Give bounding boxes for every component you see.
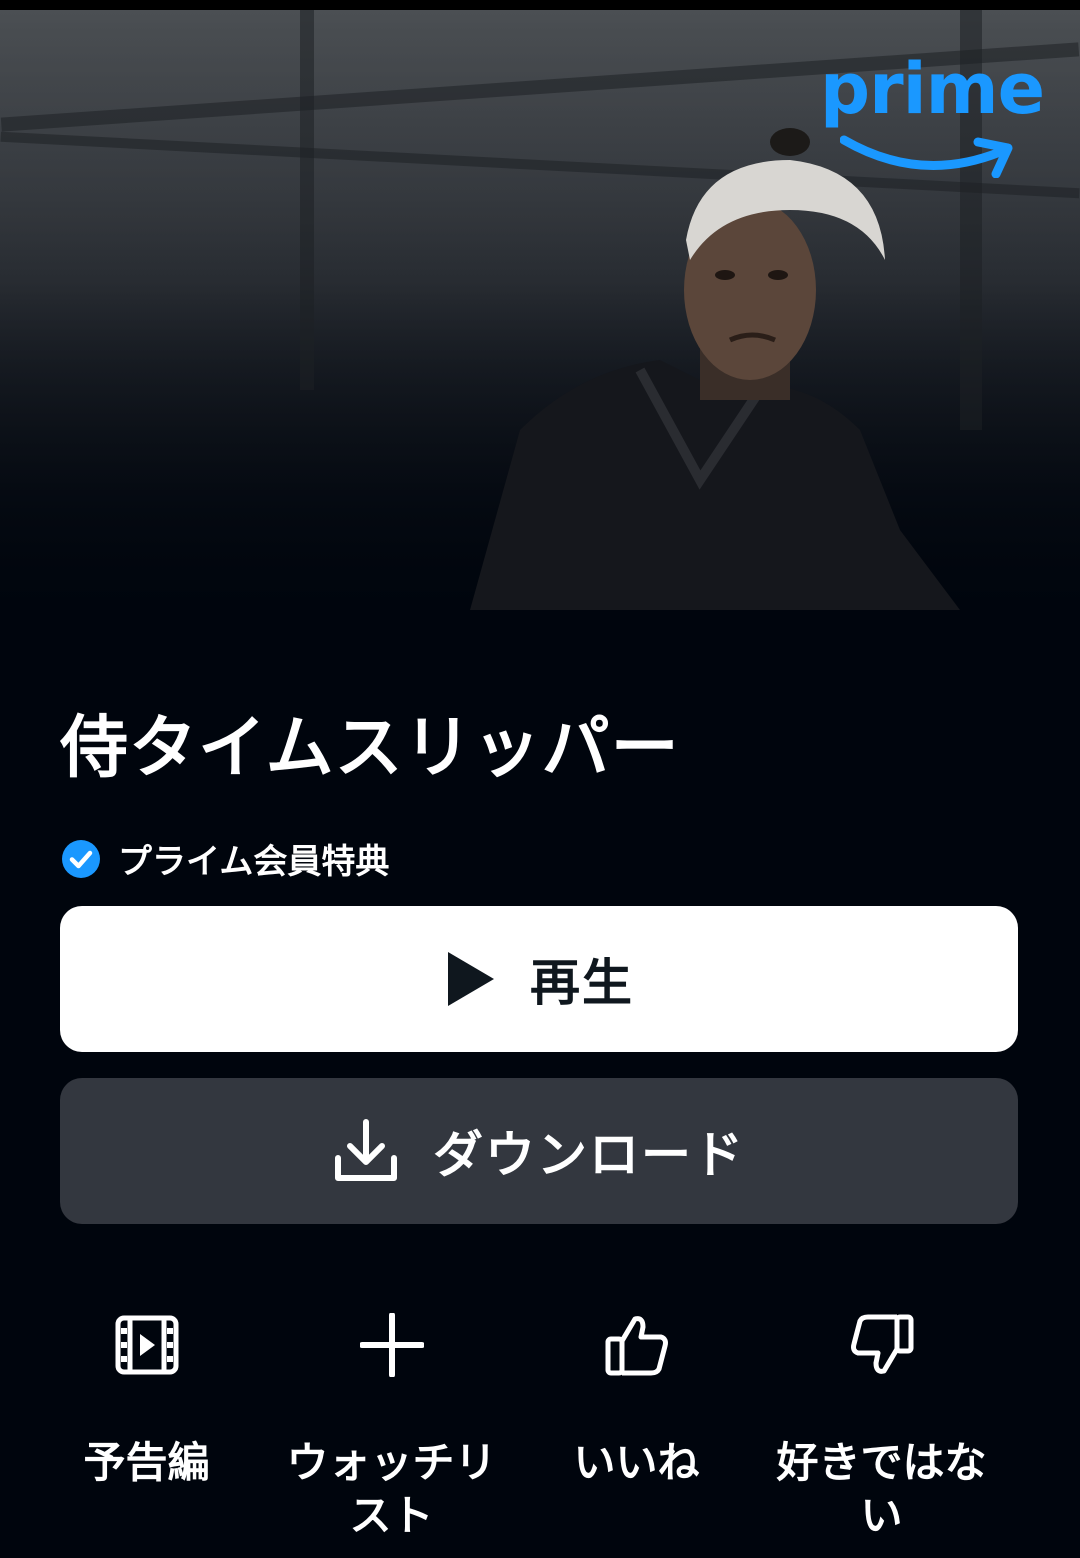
check-circle-icon [62,839,100,878]
watchlist-button[interactable]: ウォッチリスト [269,1305,514,1542]
hero-image: prime [0,10,1080,610]
prime-smile-icon [840,135,1013,178]
status-bar [0,0,1080,10]
thumbs-up-icon [605,1316,668,1376]
play-button[interactable]: 再生 [60,906,1018,1052]
watchlist-label: ウォッチリスト [286,1438,497,1540]
prime-benefit-label: プライム会員特典 [118,842,390,882]
play-button-label: 再生 [530,954,634,1012]
prime-benefit-badge: プライム会員特典 [62,834,389,883]
trailer-label: 予告編 [83,1438,210,1487]
prime-logo: prime [820,54,1045,184]
like-label: いいね [573,1438,700,1487]
detail-screen: prime 侍タイムスリッパー プライム会員特典 再生 ダウンロード 予告編 ウ… [0,0,1080,1558]
download-button[interactable]: ダウンロード [60,1078,1018,1224]
download-icon [335,1119,397,1181]
thumbs-down-icon [850,1314,913,1374]
action-bar: 予告編 ウォッチリスト いいね 好きではない [0,1305,1080,1555]
play-icon [448,952,494,1006]
dislike-label: 好きではない [776,1438,987,1540]
trailer-icon [115,1315,178,1375]
prime-logo-text: prime [820,48,1045,130]
download-button-label: ダウンロード [433,1126,745,1184]
like-button[interactable]: いいね [514,1305,759,1490]
plus-icon [359,1313,424,1377]
dislike-button[interactable]: 好きではない [759,1305,1004,1542]
page-title: 侍タイムスリッパー [60,709,680,788]
trailer-button[interactable]: 予告編 [24,1305,269,1490]
